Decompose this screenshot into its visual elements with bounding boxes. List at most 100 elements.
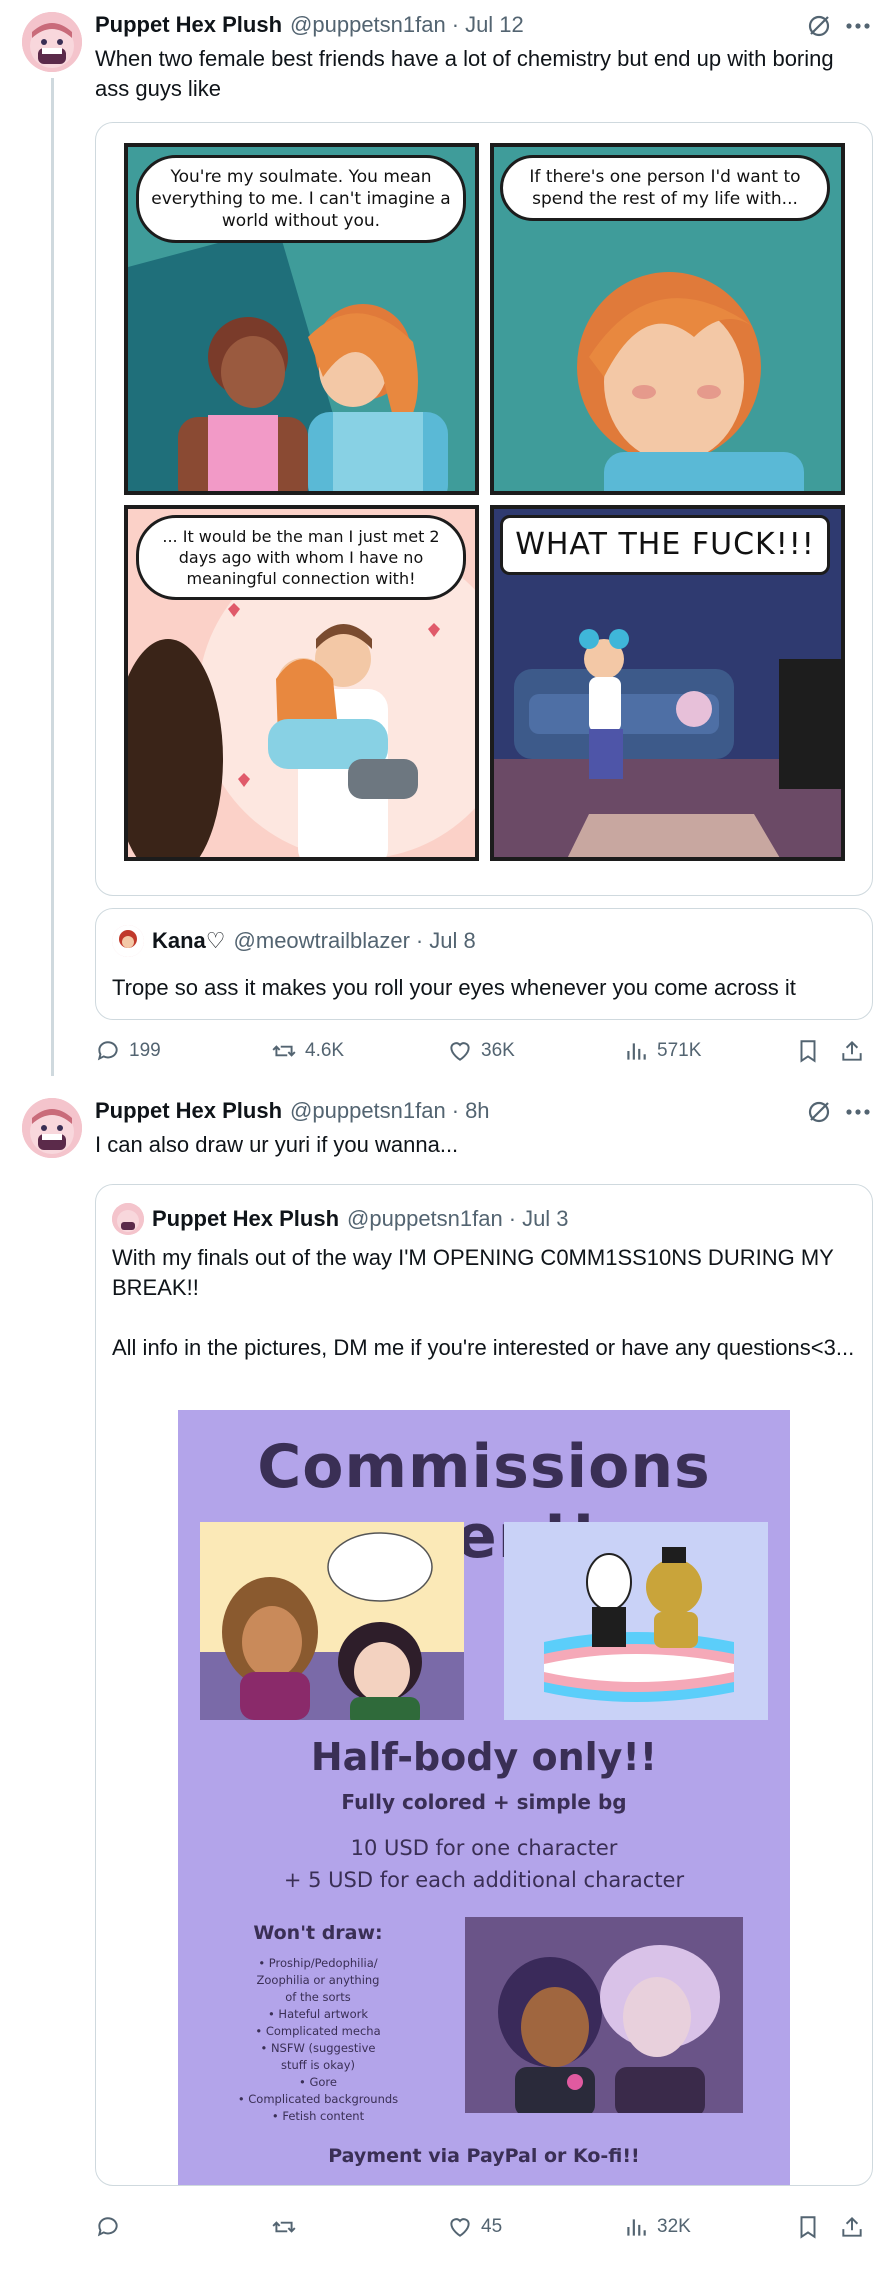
- bookmark-button[interactable]: [795, 1038, 839, 1064]
- views-chart-icon: [627, 2219, 646, 2236]
- separator-dot: ·: [451, 1098, 460, 1123]
- wont-draw-item: of the sorts: [285, 1990, 351, 2004]
- share-icon: [842, 2216, 862, 2237]
- quoted-author-name[interactable]: Kana♡: [152, 928, 226, 954]
- sample-art-1: [200, 1522, 464, 1720]
- poster-payment: Payment via PayPal or Ko-fi!!: [328, 2145, 640, 2167]
- commission-poster[interactable]: Commissions open!! Half-body only!! Full…: [178, 1410, 790, 2185]
- quoted-tweet[interactable]: Puppet Hex Plush @puppetsn1fan · Jul 3 W…: [95, 1184, 873, 2186]
- share-icon: [842, 1040, 862, 1061]
- bookmark-icon: [800, 2216, 816, 2239]
- grok-icon[interactable]: [805, 12, 833, 40]
- quoted-author-name[interactable]: Puppet Hex Plush: [152, 1206, 339, 1232]
- repost-button[interactable]: [271, 2214, 447, 2240]
- thread-line: [51, 78, 54, 1076]
- sample-art-2: [504, 1522, 768, 1720]
- comic-panel-2: If there's one person I'd want to spend …: [490, 143, 845, 495]
- author-handle[interactable]: @puppetsn1fan: [290, 1098, 446, 1124]
- sample-art-3: [465, 1917, 743, 2113]
- separator-dot: ·: [415, 928, 424, 953]
- grok-icon[interactable]: [805, 1098, 833, 1126]
- repost-icon: [272, 2221, 296, 2233]
- reply-icon: [97, 2217, 118, 2237]
- wont-draw-item: • Gore: [299, 2075, 337, 2089]
- quoted-author-handle[interactable]: @puppetsn1fan: [347, 1206, 503, 1232]
- wont-draw-item: Zoophilia or anything: [256, 1973, 380, 1987]
- author-name[interactable]: Puppet Hex Plush: [95, 1098, 282, 1124]
- poster-colored: Fully colored + simple bg: [341, 1790, 627, 1814]
- tweet-actions: 199 4.6K 36K 571K: [95, 1033, 875, 1069]
- tweet-header: Puppet Hex Plush @puppetsn1fan · Jul 12: [95, 10, 524, 40]
- like-button[interactable]: 45: [447, 2214, 623, 2240]
- reply-count: 199: [129, 1040, 161, 1061]
- tweet-actions: 45 32K: [95, 2209, 875, 2245]
- bookmark-button[interactable]: [795, 2214, 839, 2240]
- comic-panel-1: You're my soulmate. You mean everything …: [124, 143, 479, 495]
- like-count: 36K: [481, 1040, 515, 1061]
- tweet-media[interactable]: You're my soulmate. You mean everything …: [95, 122, 873, 896]
- wont-draw-item: • Hateful artwork: [267, 2007, 369, 2021]
- repost-count: 4.6K: [305, 1040, 345, 1061]
- share-button[interactable]: [839, 2214, 869, 2240]
- poster-price-1: 10 USD for one character: [350, 1836, 618, 1860]
- views-button[interactable]: 571K: [623, 1038, 795, 1064]
- wont-draw-item: • NSFW (suggestive: [260, 2041, 376, 2055]
- reply-icon: [97, 1041, 118, 1061]
- quoted-author-avatar[interactable]: [112, 1203, 144, 1235]
- tweet-1[interactable]: Puppet Hex Plush @puppetsn1fan · Jul 12 …: [0, 0, 894, 1080]
- quoted-tweet-text-1: With my finals out of the way I'M OPENIN…: [112, 1245, 834, 1300]
- quoted-tweet-text: Trope so ass it makes you roll your eyes…: [112, 975, 796, 1000]
- speech-bubble-3: ... It would be the man I just met 2 day…: [136, 515, 466, 600]
- wont-draw-item: • Complicated backgrounds: [237, 2092, 399, 2106]
- repost-button[interactable]: 4.6K: [271, 1038, 447, 1064]
- reply-button[interactable]: [95, 2214, 271, 2240]
- share-button[interactable]: [839, 1038, 869, 1064]
- quoted-tweet-time[interactable]: Jul 8: [429, 928, 475, 954]
- author-avatar[interactable]: [22, 12, 82, 72]
- quoted-author-avatar[interactable]: [112, 925, 144, 957]
- comic-panel-4: WHAT THE FUCK!!!: [490, 505, 845, 861]
- wont-draw-item: • Fetish content: [271, 2109, 365, 2123]
- speech-bubble-2: If there's one person I'd want to spend …: [500, 155, 830, 221]
- reply-button[interactable]: 199: [95, 1038, 271, 1064]
- wont-draw-title: Won't draw:: [253, 1922, 383, 1944]
- wont-draw-item: • Complicated mecha: [255, 2024, 381, 2038]
- quoted-author-handle[interactable]: @meowtrailblazer: [234, 928, 410, 954]
- comic-panel-3: ... It would be the man I just met 2 day…: [124, 505, 479, 861]
- view-count: 571K: [657, 1040, 702, 1061]
- repost-icon: [272, 1045, 296, 1057]
- tweet-time[interactable]: 8h: [465, 1098, 489, 1124]
- heart-icon: [450, 1042, 470, 1061]
- quoted-tweet-header: Kana♡ @meowtrailblazer · Jul 8: [112, 925, 476, 957]
- like-count: 45: [481, 2216, 503, 2237]
- tweet-2[interactable]: Puppet Hex Plush @puppetsn1fan · 8h I ca…: [0, 1086, 894, 2269]
- tweet-text: I can also draw ur yuri if you wanna...: [95, 1132, 459, 1157]
- wont-draw-item: stuff is okay): [280, 2058, 356, 2072]
- speech-bubble-1: You're my soulmate. You mean everything …: [136, 155, 466, 243]
- poster-price-2: + 5 USD for each additional character: [283, 1868, 685, 1892]
- views-button[interactable]: 32K: [623, 2214, 795, 2240]
- wont-draw-list: • Proship/Pedophilia/ Zoophilia or anyth…: [218, 1955, 418, 2125]
- more-options-icon[interactable]: [843, 1097, 873, 1127]
- bookmark-icon: [800, 1040, 816, 1063]
- views-chart-icon: [627, 1043, 646, 1060]
- tweet-text: When two female best friends have a lot …: [95, 46, 834, 101]
- wont-draw-item: • Proship/Pedophilia/: [258, 1956, 378, 1970]
- speech-bubble-4: WHAT THE FUCK!!!: [500, 515, 830, 575]
- author-avatar[interactable]: [22, 1098, 82, 1158]
- quoted-tweet-header: Puppet Hex Plush @puppetsn1fan · Jul 3: [112, 1203, 569, 1235]
- author-handle[interactable]: @puppetsn1fan: [290, 12, 446, 38]
- tweet-header: Puppet Hex Plush @puppetsn1fan · 8h: [95, 1096, 490, 1126]
- quoted-tweet[interactable]: Kana♡ @meowtrailblazer · Jul 8 Trope so …: [95, 908, 873, 1020]
- quoted-tweet-time[interactable]: Jul 3: [522, 1206, 568, 1232]
- like-button[interactable]: 36K: [447, 1038, 623, 1064]
- author-name[interactable]: Puppet Hex Plush: [95, 12, 282, 38]
- separator-dot: ·: [508, 1206, 517, 1231]
- heart-icon: [450, 2218, 470, 2237]
- poster-subtitle: Half-body only!!: [310, 1735, 658, 1779]
- separator-dot: ·: [451, 12, 460, 37]
- view-count: 32K: [657, 2216, 691, 2237]
- more-options-icon[interactable]: [843, 11, 873, 41]
- quoted-tweet-text-2: All info in the pictures, DM me if you'r…: [112, 1335, 855, 1360]
- tweet-time[interactable]: Jul 12: [465, 12, 524, 38]
